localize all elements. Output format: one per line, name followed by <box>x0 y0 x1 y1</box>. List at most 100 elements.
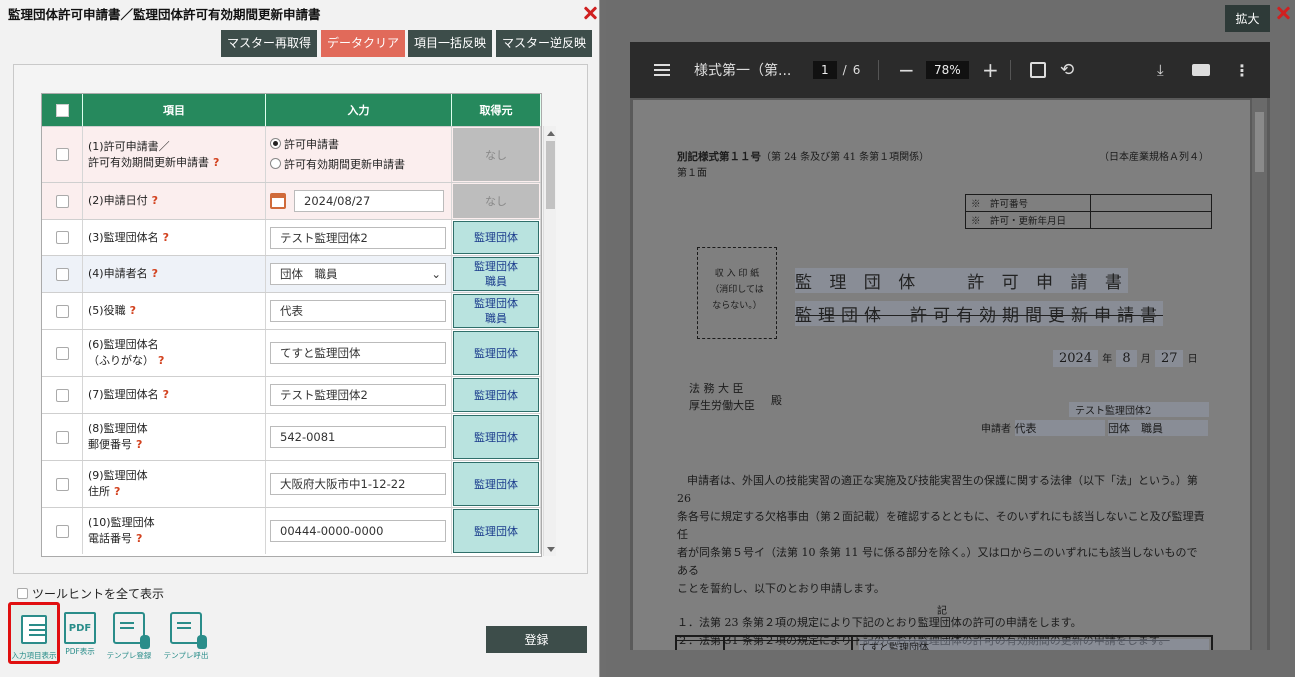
zoom-input[interactable]: 78% <box>926 61 969 79</box>
help-icon[interactable]: ? <box>163 230 169 246</box>
help-icon[interactable]: ? <box>152 266 158 282</box>
source-button[interactable]: 監理団体 職員 <box>453 294 539 328</box>
print-icon[interactable] <box>1192 42 1210 98</box>
row-checkbox[interactable] <box>55 231 69 244</box>
master-reverse-button[interactable]: マスター逆反映 <box>496 30 593 57</box>
fit-page-icon[interactable] <box>1030 42 1046 98</box>
address-input[interactable]: 大阪府大阪市中1-12-22 <box>270 473 446 495</box>
help-icon[interactable]: ? <box>136 532 142 545</box>
zoom-in-icon[interactable]: + <box>982 42 999 98</box>
chevron-down-icon: ⌄ <box>431 267 441 281</box>
radio-renewal[interactable]: 許可有効期間更新申請書 <box>270 155 405 175</box>
org-name-input[interactable]: テスト監理団体2 <box>270 226 446 249</box>
help-icon[interactable]: ? <box>158 354 164 367</box>
header-select-all[interactable] <box>42 94 83 126</box>
source-button[interactable]: 監理団体 職員 <box>453 257 539 291</box>
pdf-scroll-thumb[interactable] <box>1255 112 1264 172</box>
toolbar-divider <box>878 60 879 80</box>
pdf-view-button[interactable]: PDF PDF表示 <box>54 602 106 664</box>
form-reference: （第 24 条及び第 41 条第１項関係） <box>761 152 930 163</box>
help-icon[interactable]: ? <box>152 193 158 209</box>
close-dialog-icon[interactable] <box>582 5 598 21</box>
menu-icon[interactable] <box>654 42 670 98</box>
date-year: 2024 <box>1053 350 1099 367</box>
template-call-button[interactable]: テンプレ呼出 <box>160 602 212 664</box>
template-register-button[interactable]: テンプレ登録 <box>103 602 155 664</box>
row-checkbox[interactable] <box>55 524 69 538</box>
table-row: (7)監理団体名? テスト監理団体2 監理団体 <box>42 376 541 413</box>
expand-button[interactable]: 拡大 <box>1225 5 1270 32</box>
radio-on-icon[interactable] <box>270 137 281 149</box>
declaration-text: 申請者は、外国人の技能実習の適正な実施及び技能実習生の保護に関する法律（以下「法… <box>677 472 1207 650</box>
download-icon[interactable]: ⤓ <box>1157 42 1164 98</box>
phone-input[interactable]: 00444-0000-0000 <box>270 520 446 542</box>
item-label: (2)申請日付 <box>88 194 148 207</box>
applicant-role: 代表 <box>1014 420 1105 436</box>
applicant-select[interactable]: 団体 職員 ⌄ <box>270 263 446 285</box>
input-view-button[interactable]: 入力項目表示 <box>8 602 60 664</box>
position-input[interactable]: 代表 <box>270 300 446 322</box>
zoom-out-icon[interactable]: − <box>898 42 915 98</box>
help-icon[interactable]: ? <box>213 156 219 169</box>
radio-off-icon[interactable] <box>270 157 281 169</box>
grid-scrollbar[interactable] <box>543 126 556 556</box>
page-number-input[interactable]: 1 <box>813 61 837 79</box>
master-reload-button[interactable]: マスター再取得 <box>221 30 318 57</box>
row-checkbox[interactable] <box>55 148 69 161</box>
table-row: (8)監理団体 郵便番号? 542-0081 監理団体 <box>42 413 541 460</box>
pdf-page: 別記様式第１１号（第 24 条及び第 41 条第１項関係） （日本産業規格Ａ列４… <box>633 100 1250 650</box>
revenue-stamp-box: 収 入 印 紙 （消印しては ならない。） <box>697 247 777 339</box>
pdf-toolbar: 様式第一（第... 1 / 6 − 78% + ⟲ ⤓ ⋮ <box>630 42 1270 98</box>
source-button[interactable]: 監理団体 <box>453 415 539 459</box>
row-checkbox[interactable] <box>55 267 69 281</box>
paper-size: （日本産業規格Ａ列４） <box>1099 152 1209 163</box>
help-icon[interactable]: ? <box>114 485 120 498</box>
close-preview-icon[interactable] <box>1275 5 1291 21</box>
batch-apply-button[interactable]: 項目一括反映 <box>408 30 493 57</box>
permit-date-label: ※ 許可・更新年月日 <box>965 211 1091 229</box>
date-input[interactable]: 2024/08/27 <box>294 190 444 212</box>
ki-mark: 記 <box>937 606 947 617</box>
pdf-scrollbar[interactable] <box>1252 98 1267 650</box>
scroll-down-icon[interactable] <box>547 547 555 552</box>
applicant-name: 団体 職員 <box>1108 420 1208 436</box>
register-button[interactable]: 登録 <box>486 626 587 653</box>
scroll-thumb[interactable] <box>546 141 555 209</box>
source-button[interactable]: 監理団体 <box>453 378 539 412</box>
template-call-icon <box>170 612 207 649</box>
help-icon[interactable]: ? <box>163 387 169 403</box>
rotate-icon[interactable]: ⟲ <box>1060 42 1074 98</box>
scroll-up-icon[interactable] <box>547 131 555 136</box>
source-button[interactable]: 監理団体 <box>453 221 539 254</box>
row-checkbox[interactable] <box>55 477 69 491</box>
help-icon[interactable]: ? <box>130 303 136 319</box>
org-name-input-2[interactable]: テスト監理団体2 <box>270 384 446 406</box>
more-icon[interactable]: ⋮ <box>1234 42 1250 98</box>
bottom-toolbar: 入力項目表示 PDF PDF表示 テンプレ登録 テンプレ呼出 <box>8 602 218 666</box>
title-permit: 監 理 団 体 許 可 申 請 書 <box>795 268 1128 293</box>
data-clear-button[interactable]: データクリア <box>321 30 406 57</box>
source-button[interactable]: 監理団体 <box>453 331 539 375</box>
row-checkbox[interactable] <box>55 346 69 360</box>
select-all-checkbox[interactable] <box>55 103 69 117</box>
furigana-input[interactable]: てすと監理団体 <box>270 342 446 364</box>
row-checkbox[interactable] <box>55 194 69 208</box>
row-checkbox[interactable] <box>55 430 69 444</box>
source-button[interactable]: 監理団体 <box>453 509 539 553</box>
postal-code-input[interactable]: 542-0081 <box>270 426 446 448</box>
radio-permit[interactable]: 許可申請書 <box>270 135 405 155</box>
permit-box: ※ 許可番号 ※ 許可・更新年月日 <box>965 194 1212 229</box>
row-checkbox[interactable] <box>55 304 69 318</box>
row-checkbox[interactable] <box>55 388 69 402</box>
source-button[interactable]: 監理団体 <box>453 462 539 506</box>
items-grid: 項目 入力 取得元 (1)許可申請書／ 許可有効期間更新申請書? 許可申請書 許… <box>41 93 542 557</box>
item-label: (9)監理団体 <box>88 469 148 482</box>
page-total: 6 <box>852 63 861 77</box>
source-none: なし <box>453 184 539 218</box>
tooltip-toggle[interactable]: ツールヒントを全て表示 <box>17 585 164 602</box>
tooltip-checkbox[interactable] <box>17 588 28 599</box>
help-icon[interactable]: ? <box>136 438 142 451</box>
item-label: (6)監理団体名 <box>88 338 159 351</box>
calendar-icon[interactable] <box>270 193 286 209</box>
applicant-label: 申請者 <box>981 424 1011 435</box>
